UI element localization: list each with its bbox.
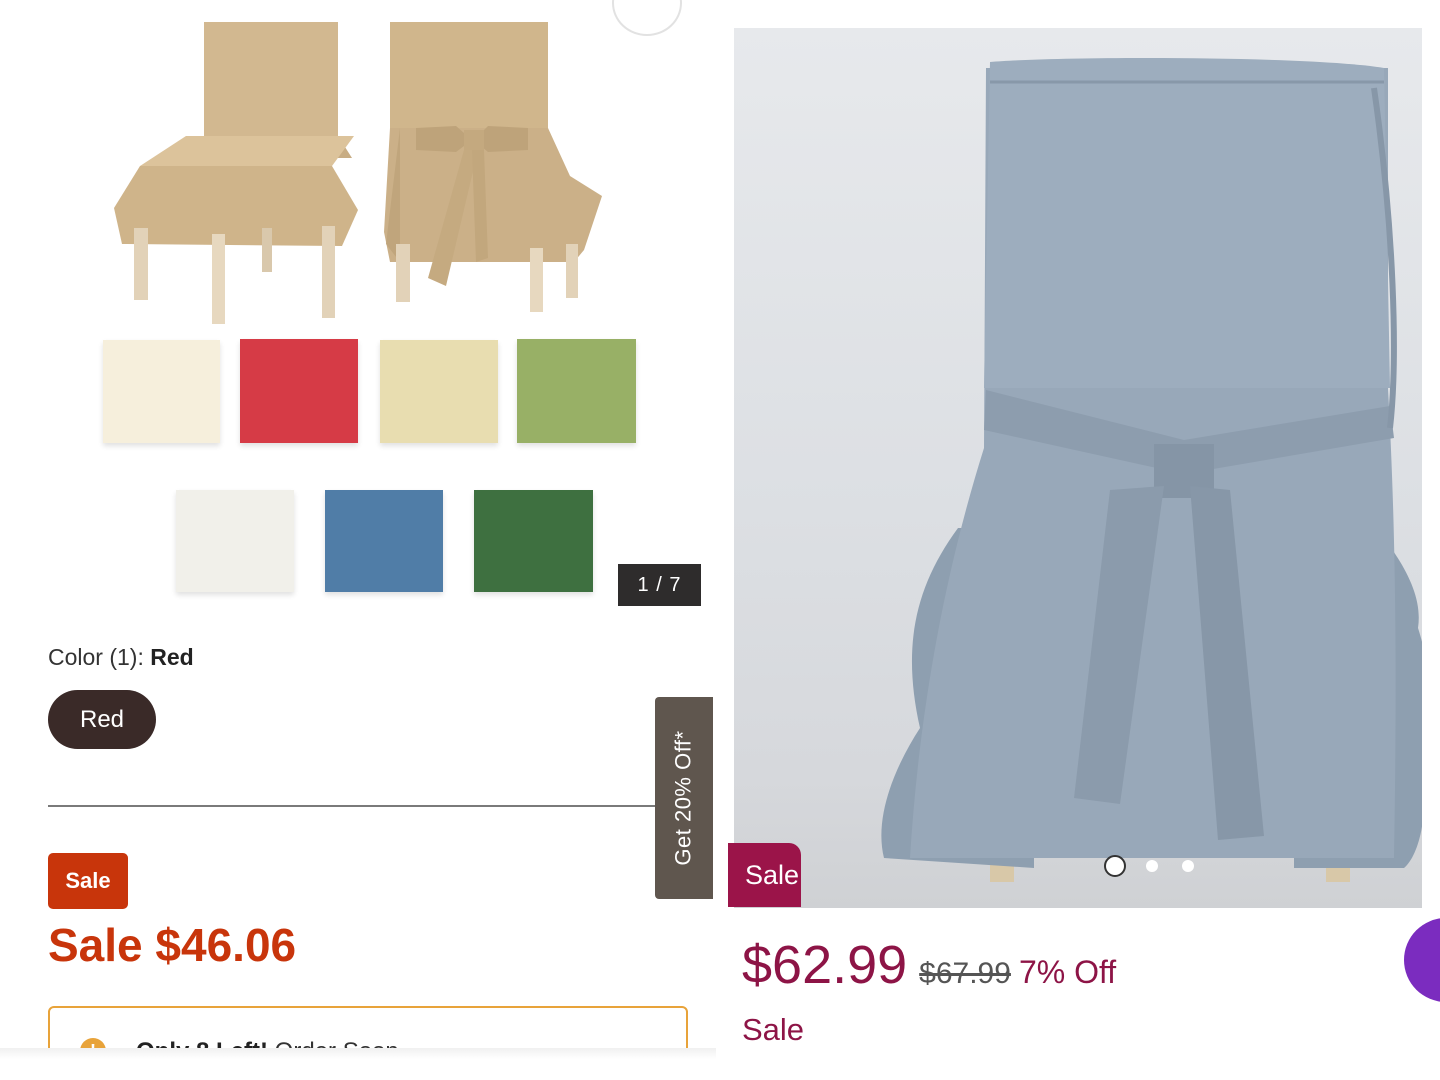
swatch-natural[interactable]	[380, 340, 498, 443]
swatch-red[interactable]	[240, 339, 358, 443]
scroll-fade	[0, 1048, 716, 1080]
sale-text: Sale	[742, 1012, 805, 1047]
original-price: $67.99	[919, 957, 1011, 990]
promo-tab[interactable]: Get 20% Off*	[655, 697, 713, 899]
carousel-dot-1[interactable]	[1104, 855, 1126, 877]
swatch-blue[interactable]	[325, 490, 443, 592]
carousel-dot-3[interactable]	[1182, 860, 1194, 872]
product-photo[interactable]	[734, 28, 1422, 908]
sale-badge: Sale	[48, 853, 128, 909]
color-label-text: Color (1):	[48, 644, 144, 670]
swatch-cream[interactable]	[103, 340, 220, 443]
swatch-white[interactable]	[176, 490, 294, 592]
current-price: $62.99	[742, 935, 908, 995]
carousel-dot-2[interactable]	[1146, 860, 1158, 872]
price-row: $62.99 $67.99 7% Off	[742, 934, 1116, 996]
product-image[interactable]	[100, 18, 620, 328]
sale-badge-right: Sale	[728, 843, 801, 907]
left-product-pane: 1 / 7 Color (1): Red Red Get 20% Off* Sa…	[0, 0, 716, 1080]
color-value: Red	[150, 644, 194, 670]
swatch-sage[interactable]	[517, 339, 636, 443]
swatch-green[interactable]	[474, 490, 593, 592]
color-label: Color (1): Red	[48, 644, 194, 671]
right-product-pane: Sale $62.99 $67.99 7% Off Sale	[728, 0, 1440, 1080]
discount-label: 7% Off	[1018, 954, 1117, 990]
divider	[48, 805, 656, 807]
image-counter: 1 / 7	[618, 564, 701, 606]
promo-tab-label: Get 20% Off*	[671, 730, 696, 866]
sale-price: Sale $46.06	[48, 919, 297, 971]
chair-cover-photo	[881, 58, 1422, 882]
share-icon[interactable]	[612, 0, 682, 36]
carousel-dots[interactable]	[1104, 850, 1204, 878]
color-option-red[interactable]: Red	[48, 690, 156, 749]
chat-button[interactable]	[1404, 918, 1440, 1002]
